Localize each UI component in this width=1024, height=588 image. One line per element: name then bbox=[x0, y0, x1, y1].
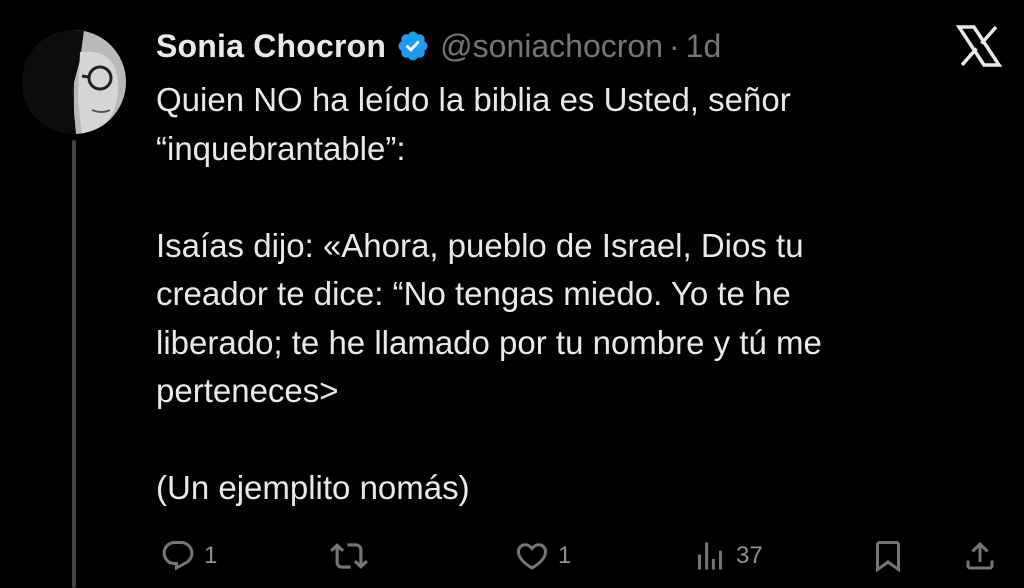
tweet-line: perteneces> bbox=[156, 372, 339, 409]
like-button[interactable]: 1 bbox=[514, 532, 571, 580]
tweet-header: Sonia Chocron @soniachocron · 1d bbox=[156, 24, 721, 68]
action-bar: 1 1 37 bbox=[156, 532, 1002, 580]
x-logo-icon[interactable] bbox=[955, 24, 1003, 68]
profile-photo bbox=[22, 30, 126, 134]
reply-button[interactable]: 1 bbox=[160, 532, 217, 580]
views-count: 37 bbox=[736, 542, 763, 569]
heart-icon bbox=[514, 538, 550, 574]
views-icon bbox=[692, 538, 728, 574]
tweet-text: Quien NO ha leído la biblia es Usted, se… bbox=[156, 76, 956, 513]
tweet-line: Quien NO ha leído la biblia es Usted, se… bbox=[156, 81, 791, 118]
bookmark-icon bbox=[870, 538, 906, 574]
retweet-button[interactable] bbox=[330, 532, 376, 580]
tweet-line: Isaías dijo: «Ahora, pueblo de Israel, D… bbox=[156, 226, 804, 264]
share-icon bbox=[962, 538, 998, 574]
reply-count: 1 bbox=[204, 542, 218, 569]
verified-badge-icon bbox=[396, 29, 430, 63]
bookmark-button[interactable] bbox=[870, 532, 906, 580]
tweet-card: Sonia Chocron @soniachocron · 1d Quien N… bbox=[0, 0, 1024, 588]
separator-dot: · bbox=[669, 27, 680, 64]
handle[interactable]: @soniachocron bbox=[440, 28, 663, 65]
display-name[interactable]: Sonia Chocron bbox=[156, 28, 386, 65]
thread-line bbox=[72, 140, 76, 588]
tweet-line: “inquebrantable”: bbox=[156, 129, 406, 167]
share-button[interactable] bbox=[962, 532, 998, 580]
views-button[interactable]: 37 bbox=[692, 532, 763, 580]
timestamp[interactable]: 1d bbox=[686, 28, 722, 65]
retweet-icon bbox=[330, 537, 368, 575]
like-count: 1 bbox=[558, 542, 572, 569]
avatar[interactable] bbox=[22, 30, 126, 134]
tweet-line: creador te dice: “No tengas miedo. Yo te… bbox=[156, 275, 791, 312]
tweet-line: liberado; te he llamado por tu nombre y … bbox=[156, 323, 822, 361]
tweet-line: (Un ejemplito nomás) bbox=[156, 469, 470, 506]
reply-icon bbox=[160, 538, 196, 574]
